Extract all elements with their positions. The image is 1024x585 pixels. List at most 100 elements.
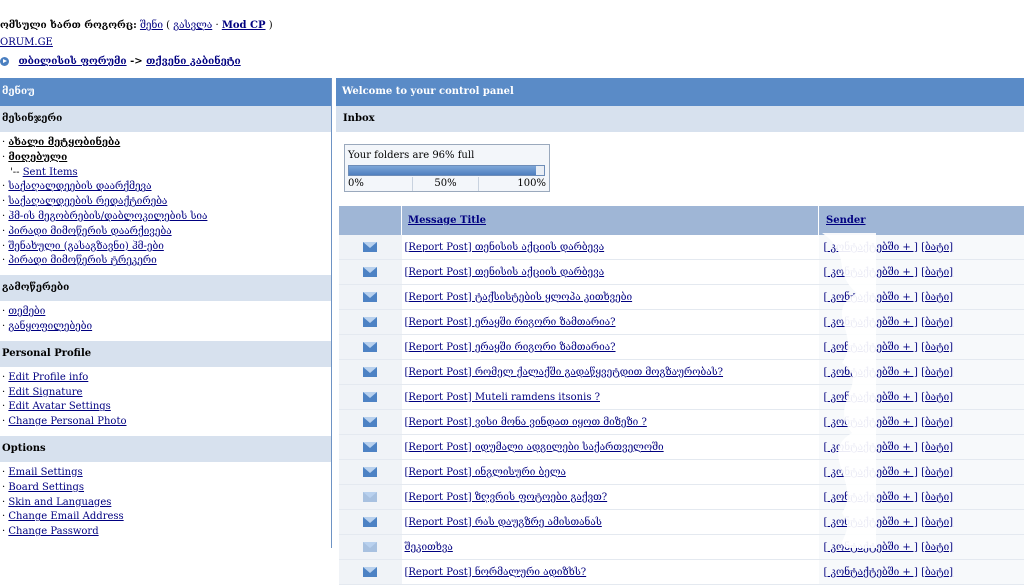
new-message-link[interactable]: ახალი მეტყობინება <box>8 137 120 148</box>
quota-scale-mid: 50% <box>412 177 477 191</box>
message-title-link[interactable]: [Report Post] Muteli ramdens itsonis ? <box>405 392 601 403</box>
add-contact-link[interactable]: [ კონტაქტებში + ] <box>824 392 918 403</box>
message-title-cell: [Report Post] ზღვრის ფოტოები გაქვთ? <box>402 485 819 510</box>
message-title-link[interactable]: [Report Post] რას დაუგზრე ამისთანას <box>405 517 602 528</box>
add-contact-link[interactable]: [ კონტაქტებში + ] <box>824 517 918 528</box>
add-contact-link[interactable]: [ კონტაქტებში + ] <box>824 467 918 478</box>
sender-column-header: Sender <box>819 206 1024 235</box>
message-row[interactable]: [Report Post] თენისის აქციის დარბევა [ კო… <box>339 260 1024 285</box>
message-row[interactable]: [Report Post] ინგლისური ბელა [ კონტაქტებშ… <box>339 460 1024 485</box>
message-title-link[interactable]: [Report Post] ზღვრის ფოტოები გაქვთ? <box>405 492 608 503</box>
message-title-link[interactable]: [Report Post] რომელ ქალაქში გადაწყვეტდით… <box>405 367 724 378</box>
message-title-link[interactable]: შეკითხვა <box>405 542 453 553</box>
username-link[interactable]: შენი <box>140 20 163 31</box>
envelope-icon <box>363 342 377 352</box>
message-title-link[interactable]: [Report Post] თენისის აქციის დარბევა <box>405 267 605 278</box>
block-link[interactable]: [ბატი] <box>921 542 953 553</box>
message-title-link[interactable]: [Report Post] ნორმალური ადიზხს? <box>405 567 587 578</box>
message-title-link[interactable]: [Report Post] ერაყში რიგორი ზამთარია? <box>405 317 616 328</box>
message-row[interactable]: [Report Post] იდუმალი ადგილები საქართველ… <box>339 435 1024 460</box>
breadcrumb-current-link[interactable]: თქვენი კაბინეტი <box>146 56 241 67</box>
message-title-cell: [Report Post] იდუმალი ადგილები საქართველ… <box>402 435 819 460</box>
change-password-link[interactable]: Change Password <box>8 526 98 537</box>
block-link[interactable]: [ბატი] <box>921 467 953 478</box>
block-link[interactable]: [ბატი] <box>921 442 953 453</box>
add-contact-link[interactable]: [ კონტაქტებში + ] <box>824 342 918 353</box>
inbox-link[interactable]: მიღებული <box>8 152 67 163</box>
mod-cp-link[interactable]: Mod CP <box>222 20 266 31</box>
message-row[interactable]: [Report Post] ტაქსისტების ყლოპა კითხვები… <box>339 285 1024 310</box>
message-row[interactable]: [Report Post] Muteli ramdens itsonis ? [ … <box>339 385 1024 410</box>
add-contact-link[interactable]: [ კონტაქტებში + ] <box>824 317 918 328</box>
message-row[interactable]: [Report Post] ვისი მონა ვინდათ იყოთ მიზე… <box>339 410 1024 435</box>
add-contact-link[interactable]: [ კონტაქტებში + ] <box>824 367 918 378</box>
block-link[interactable]: [ბატი] <box>921 367 953 378</box>
message-title-cell: [Report Post] რას დაუგზრე ამისთანას <box>402 510 819 535</box>
quota-scale-end: 100% <box>478 177 549 191</box>
add-contact-link[interactable]: [ კონტაქტებში + ] <box>824 567 918 578</box>
message-title-link[interactable]: [Report Post] ინგლისური ბელა <box>405 467 566 478</box>
menu-item-archive: · პირადი მიმოწერის დაარქივება <box>2 225 331 240</box>
message-row[interactable]: [Report Post] რას დაუგზრე ამისთანას [ კონ… <box>339 510 1024 535</box>
message-title-link[interactable]: [Report Post] თენისის აქციის დარბევა <box>405 242 605 253</box>
menu-item-edit-folders: · საქაღალდეების რედაქტირება <box>2 195 331 210</box>
message-sender-cell: [ კონტაქტებში + ] [ბატი] <box>819 560 1024 585</box>
block-link[interactable]: [ბატი] <box>921 392 953 403</box>
add-contact-link[interactable]: [ კონტაქტებში + ] <box>824 492 918 503</box>
message-title-link[interactable]: [Report Post] იდუმალი ადგილები საქართველ… <box>405 442 664 453</box>
message-row[interactable]: [Report Post] ნორმალური ადიზხს? [ კონტაქტ… <box>339 560 1024 585</box>
topics-link[interactable]: თემები <box>8 306 45 317</box>
block-link[interactable]: [ბატი] <box>921 242 953 253</box>
message-row[interactable]: შეკითხვა [ კონტაქტებში + ] [ბატი] <box>339 535 1024 560</box>
sort-by-title-link[interactable]: Message Title <box>408 215 486 226</box>
add-contact-link[interactable]: [ კონტაქტებში + ] <box>824 417 918 428</box>
message-row[interactable]: [Report Post] რომელ ქალაქში გადაწყვეტდით… <box>339 360 1024 385</box>
add-contact-link[interactable]: [ კონტაქტებში + ] <box>824 292 918 303</box>
rename-folders-link[interactable]: საქაღალდეების დაარქმევა <box>8 181 151 192</box>
menu-item-tracker: · პირადი მიმოწერის ტრეკერი <box>2 254 331 269</box>
envelope-icon <box>363 567 377 577</box>
forums-link[interactable]: განყოფილებები <box>8 321 92 332</box>
archive-link[interactable]: პირადი მიმოწერის დაარქივება <box>8 226 171 237</box>
block-link[interactable]: [ბატი] <box>921 492 953 503</box>
block-link[interactable]: [ბატი] <box>921 417 953 428</box>
message-row[interactable]: [Report Post] ზღვრის ფოტოები გაქვთ? [ კონ… <box>339 485 1024 510</box>
message-row[interactable]: [Report Post] თენისის აქციის დარბევა [ კო… <box>339 235 1024 260</box>
envelope-icon <box>363 242 377 252</box>
email-settings-link[interactable]: Email Settings <box>8 467 82 478</box>
logout-link[interactable]: გასვლა <box>173 20 212 31</box>
edit-profile-link[interactable]: Edit Profile info <box>8 372 88 383</box>
edit-avatar-link[interactable]: Edit Avatar Settings <box>8 401 110 412</box>
message-title-link[interactable]: [Report Post] ტაქსისტების ყლოპა კითხვები <box>405 292 633 303</box>
saved-messages-link[interactable]: შენახული (გასაგზავნი) ჰმ-ები <box>8 241 163 252</box>
message-row[interactable]: [Report Post] ერაყში რიგორი ზამთარია? [ კ… <box>339 310 1024 335</box>
section-messenger-list: · ახალი მეტყობინება · მიღებული '-- Sent … <box>0 132 331 275</box>
block-link[interactable]: [ბატი] <box>921 317 953 328</box>
breadcrumb-root-link[interactable]: თბილისის ფორუმი <box>18 56 126 67</box>
block-link[interactable]: [ბატი] <box>921 342 953 353</box>
sent-items-link[interactable]: Sent Items <box>23 167 78 178</box>
board-settings-link[interactable]: Board Settings <box>8 482 84 493</box>
sort-by-sender-link[interactable]: Sender <box>826 215 865 226</box>
contacts-list-link[interactable]: ჰმ-ის მეგობრების/დაბლოკილების სია <box>8 211 207 222</box>
message-title-link[interactable]: [Report Post] ვისი მონა ვინდათ იყოთ მიზე… <box>405 417 647 428</box>
add-contact-link[interactable]: [ კონტაქტებში + ] <box>824 242 918 253</box>
block-link[interactable]: [ბატი] <box>921 292 953 303</box>
message-row[interactable]: [Report Post] ერაყში რიგორი ზამთარია? [ კ… <box>339 335 1024 360</box>
block-link[interactable]: [ბატი] <box>921 517 953 528</box>
change-email-link[interactable]: Change Email Address <box>8 511 123 522</box>
block-link[interactable]: [ბატი] <box>921 267 953 278</box>
change-photo-link[interactable]: Change Personal Photo <box>8 416 126 427</box>
edit-signature-link[interactable]: Edit Signature <box>8 387 82 398</box>
envelope-icon <box>363 292 377 302</box>
edit-folders-link[interactable]: საქაღალდეების რედაქტირება <box>8 196 167 207</box>
message-title-link[interactable]: [Report Post] ერაყში რიგორი ზამთარია? <box>405 342 616 353</box>
add-contact-link[interactable]: [ კონტაქტებში + ] <box>824 442 918 453</box>
message-status-cell <box>339 510 402 535</box>
add-contact-link[interactable]: [ კონტაქტებში + ] <box>824 267 918 278</box>
block-link[interactable]: [ბატი] <box>921 567 953 578</box>
add-contact-link[interactable]: [ კონტაქტებში + ] <box>824 542 918 553</box>
skin-languages-link[interactable]: Skin and Languages <box>8 497 111 508</box>
site-link[interactable]: ORUM.GE <box>0 37 53 48</box>
tracker-link[interactable]: პირადი მიმოწერის ტრეკერი <box>8 255 156 266</box>
